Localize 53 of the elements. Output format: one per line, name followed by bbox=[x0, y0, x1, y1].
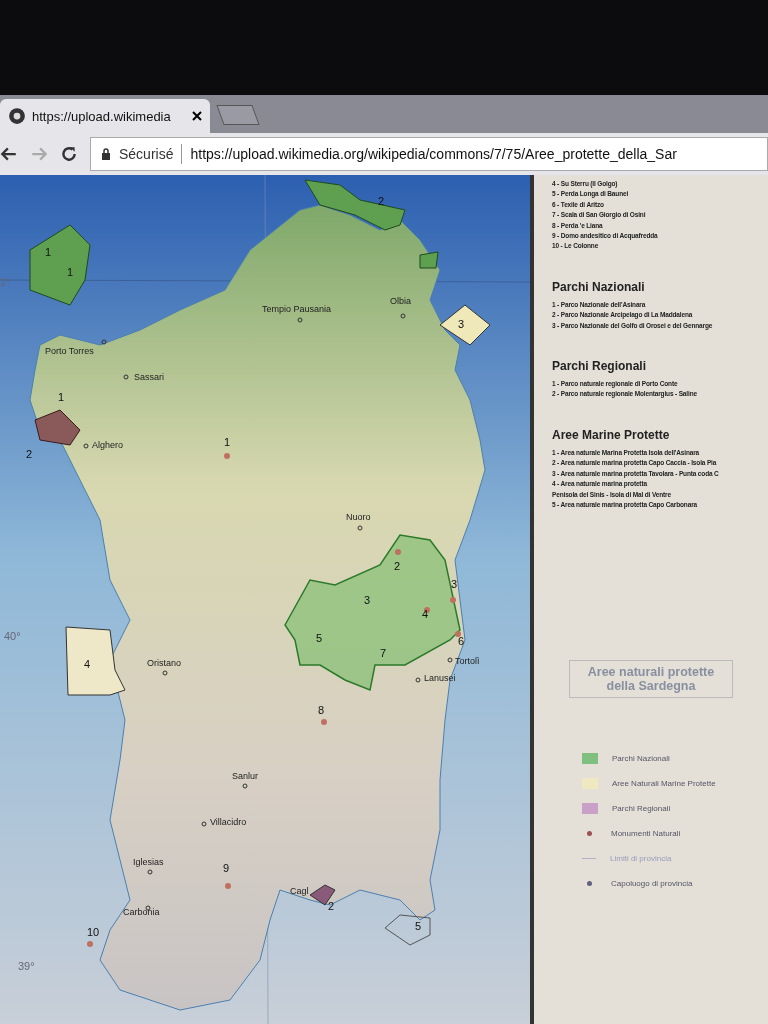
lock-icon bbox=[101, 148, 111, 161]
legend-label: Monumenti Naturali bbox=[611, 828, 681, 838]
area-number: 5 bbox=[415, 920, 422, 932]
legend-label: Parchi Nazionali bbox=[612, 753, 670, 763]
town-label: Sassari bbox=[134, 372, 164, 382]
area-number: 3 bbox=[364, 594, 371, 606]
town-label: Nuoro bbox=[346, 512, 371, 522]
section-heading: Aree Marine Protette bbox=[552, 427, 671, 442]
area-number: 2 bbox=[328, 900, 335, 912]
town-label: Cagl bbox=[290, 886, 309, 896]
area-number: 1 bbox=[67, 266, 74, 278]
area-number: 1 bbox=[224, 436, 231, 448]
latitude-label: 40° bbox=[4, 630, 21, 642]
town-label: Villacidro bbox=[210, 817, 247, 827]
browser-tab[interactable]: https://upload.wikimedia bbox=[0, 99, 210, 134]
town-label: Tempio Pausania bbox=[262, 304, 332, 314]
section-heading: Parchi Nazionali bbox=[552, 279, 646, 294]
town-label: Lanusei bbox=[424, 673, 456, 683]
town-label: Alghero bbox=[92, 440, 124, 450]
legend-label: Parchi Regionali bbox=[612, 803, 671, 813]
area-number: 3 bbox=[451, 578, 458, 590]
town-label: Iglesias bbox=[133, 857, 164, 867]
address-field[interactable]: Sécurisé https://upload.wikimedia.org/wikipedia/commons/7/75/Aree_protette_della_Sar bbox=[90, 137, 768, 172]
area-number: 4 bbox=[422, 608, 429, 620]
area-number: 8 bbox=[318, 704, 325, 716]
town-label: Sanlur bbox=[232, 771, 258, 781]
area-number: 2 bbox=[394, 560, 401, 572]
area-number: 2 bbox=[26, 448, 33, 460]
area-number: 4 bbox=[84, 658, 91, 670]
town-label: Porto Torres bbox=[45, 346, 94, 356]
area-number: 3 bbox=[458, 318, 465, 330]
legend-label: Aree Naturali Marine Protette bbox=[612, 778, 716, 788]
close-icon[interactable] bbox=[192, 111, 202, 122]
latitude-label: 39° bbox=[18, 960, 35, 972]
area-number: 7 bbox=[380, 647, 387, 659]
legend-title: Aree naturali protette della Sardegna bbox=[569, 660, 733, 699]
latitude-label: 1° bbox=[0, 276, 11, 288]
area-number: 9 bbox=[223, 862, 230, 874]
area-number: 6 bbox=[458, 635, 465, 647]
legend-label: Limiti di provincia bbox=[610, 853, 672, 863]
town-label: Carbonia bbox=[123, 907, 160, 917]
reload-icon[interactable] bbox=[60, 145, 78, 164]
area-number: 2 bbox=[378, 195, 385, 207]
area-number: 1 bbox=[58, 391, 65, 403]
area-number: 5 bbox=[316, 632, 323, 644]
tab-title: https://upload.wikimedia bbox=[32, 108, 171, 124]
area-number: 1 bbox=[45, 246, 52, 258]
town-label: Olbia bbox=[390, 296, 411, 306]
section-heading: Parchi Regionali bbox=[552, 359, 648, 374]
town-label: Oristano bbox=[147, 658, 181, 668]
area-number: 10 bbox=[87, 926, 100, 938]
legend-label: Capoluogo di provincia bbox=[611, 878, 693, 888]
town-label: Tortolì bbox=[455, 656, 480, 666]
